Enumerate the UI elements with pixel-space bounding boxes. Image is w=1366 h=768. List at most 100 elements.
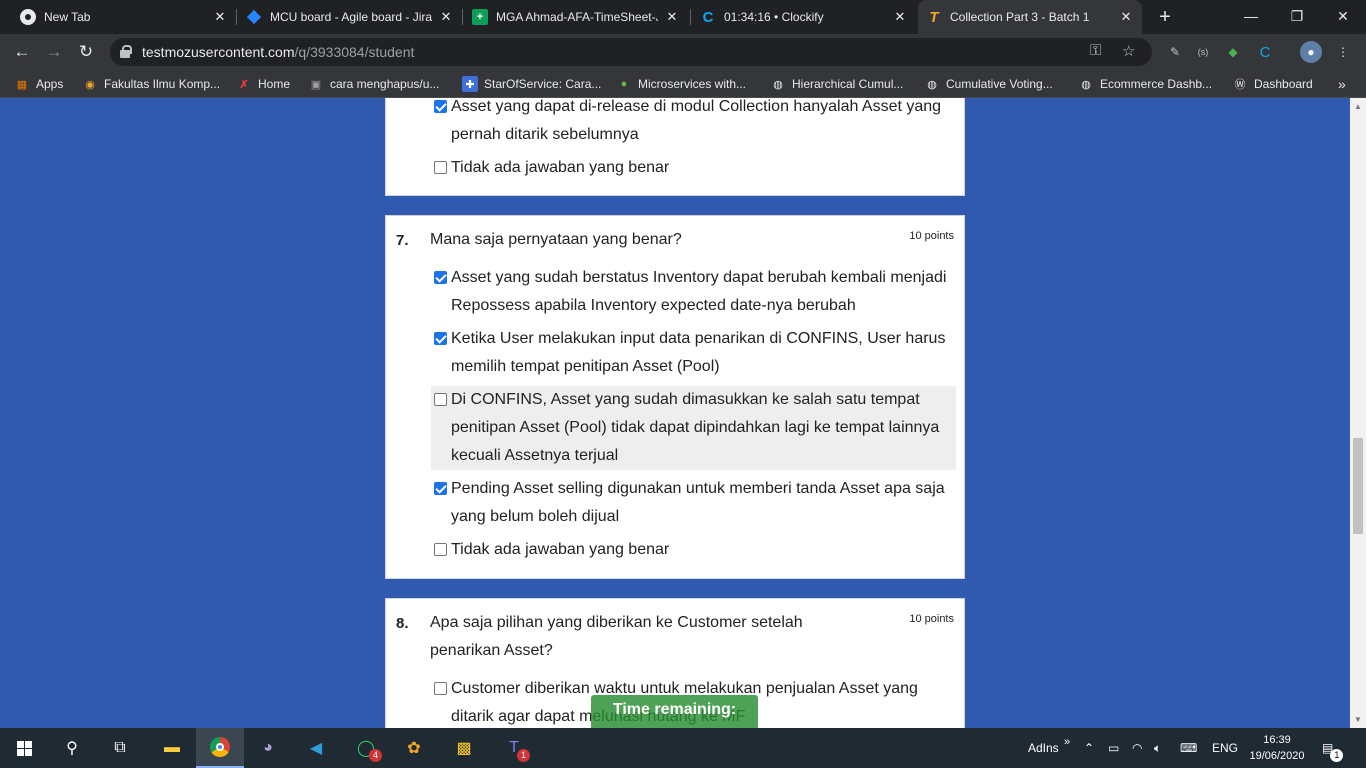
answer-option[interactable]: Tidak ada jawaban yang benar (431, 536, 956, 564)
checkbox[interactable] (434, 543, 447, 556)
teams-icon[interactable]: T1 (490, 728, 538, 768)
option-text: Pending Asset selling digunakan untuk me… (451, 480, 945, 525)
answer-option[interactable]: Asset yang sudah berstatus Inventory dap… (431, 264, 956, 320)
sheets-icon: + (472, 9, 488, 25)
question-points: 10 points (909, 613, 954, 625)
answer-option[interactable]: Tidak ada jawaban yang benar (431, 154, 956, 182)
windows-start-icon[interactable] (0, 728, 48, 768)
bookmark-label: Cumulative Voting... (946, 77, 1053, 91)
file-explorer-icon[interactable]: ▬ (148, 728, 196, 768)
bookmark-star-icon[interactable]: ☆ (1122, 42, 1135, 60)
scroll-up-icon[interactable]: ▲ (1354, 102, 1362, 111)
app-game-icon[interactable]: ▩ (440, 728, 488, 768)
answer-option[interactable]: Di CONFINS, Asset yang sudah dimasukkan … (431, 386, 956, 470)
tab-clockify[interactable]: C 01:34:16 • Clockify ✕ (692, 0, 916, 34)
forward-button[interactable]: → (42, 40, 66, 64)
bookmark-hierarchical[interactable]: ◍ Hierarchical Cumul... (770, 70, 903, 98)
app-swirl-icon[interactable]: ✿ (390, 728, 438, 768)
menu-kebab-icon[interactable]: ⋮ (1332, 41, 1354, 63)
bookmark-label: StarOfService: Cara... (484, 77, 602, 91)
windows-taskbar: ⚲ ⧉ ▬ ◕ ◀ ◯ 4 ✿ ▩ T1 AdIns » ⌃ ▭ ◠ 🔈︎ ⌨ E… (0, 728, 1366, 768)
bookmark-icon: ▣ (310, 78, 322, 91)
checkbox[interactable] (434, 482, 447, 495)
spring-icon: ● (620, 78, 628, 90)
extension-s-icon[interactable]: (s) (1192, 41, 1214, 63)
bookmark-label: cara menghapus/u... (330, 77, 440, 91)
checkbox[interactable] (434, 332, 447, 345)
option-text: Ketika User melakukan input data penarik… (451, 330, 946, 375)
answer-option[interactable]: Pending Asset selling digunakan untuk me… (431, 475, 956, 531)
checkbox[interactable] (434, 682, 447, 695)
lock-icon (120, 45, 132, 58)
whatsapp-icon[interactable]: ◯ 4 (342, 728, 390, 768)
page-scrollbar[interactable]: ▲ ▼ (1350, 98, 1366, 728)
chrome-taskbar-icon[interactable] (196, 728, 244, 768)
bookmark-dashboard[interactable]: Ⓦ Dashboard (1232, 70, 1313, 98)
task-view-icon[interactable]: ⧉ (96, 728, 144, 768)
key-icon[interactable]: ⚿ (1090, 42, 1101, 59)
close-tab-icon[interactable]: ✕ (212, 9, 228, 25)
browser-toolbar: ← → ↻ testmozusercontent.com/q/3933084/s… (0, 34, 1366, 70)
address-bar[interactable]: testmozusercontent.com/q/3933084/student… (110, 38, 1152, 66)
restore-button[interactable]: ❐ (1274, 0, 1320, 34)
wifi-icon[interactable]: ◠ (1132, 728, 1142, 768)
question-card-7: 7. Mana saja pernyataan yang benar? 10 p… (385, 215, 965, 579)
answer-option[interactable]: Asset yang dapat di-release di modul Col… (431, 98, 956, 149)
minimize-button[interactable]: — (1228, 0, 1274, 34)
battery-icon[interactable]: ▭ (1108, 728, 1119, 768)
bookmark-cara-menghapus[interactable]: ▣ cara menghapus/u... (308, 70, 440, 98)
close-window-button[interactable]: ✕ (1320, 0, 1366, 34)
checkbox[interactable] (434, 393, 447, 406)
close-tab-icon[interactable]: ✕ (438, 9, 454, 25)
bookmark-starofservice[interactable]: ✚ StarOfService: Cara... (462, 70, 601, 98)
bookmark-microservices[interactable]: ● Microservices with... (616, 70, 746, 98)
close-tab-icon[interactable]: ✕ (664, 9, 680, 25)
close-tab-icon[interactable]: ✕ (1118, 9, 1134, 25)
action-center-icon[interactable]: ▤ 1 (1322, 728, 1344, 768)
scrollbar-thumb[interactable] (1353, 438, 1363, 534)
clockify-icon: C (702, 8, 714, 26)
close-tab-icon[interactable]: ✕ (892, 9, 908, 25)
extension-globe-icon[interactable]: ◆ (1222, 41, 1244, 63)
tab-new-tab[interactable]: New Tab ✕ (12, 0, 236, 34)
back-button[interactable]: ← (10, 40, 34, 64)
answer-option[interactable]: Ketika User melakukan input data penarik… (431, 325, 956, 381)
volume-icon[interactable]: 🔈︎ (1154, 728, 1161, 768)
notification-badge: 1 (1330, 749, 1344, 762)
vscode-icon[interactable]: ◀ (292, 728, 340, 768)
time-remaining-banner: Time remaining: 00:10 (591, 695, 758, 748)
reload-button[interactable]: ↻ (74, 40, 98, 64)
bookmark-label: Hierarchical Cumul... (792, 77, 904, 91)
language-indicator[interactable]: ENG (1212, 728, 1238, 768)
bookmark-home[interactable]: ✗ Home (236, 70, 290, 98)
extension-pen-icon[interactable]: ✎ (1164, 41, 1186, 63)
tray-overflow[interactable]: » (1064, 722, 1070, 762)
bookmark-cumulative-voting[interactable]: ◍ Cumulative Voting... (924, 70, 1053, 98)
system-clock[interactable]: 16:39 19/06/2020 (1246, 732, 1308, 764)
question-text: Mana saja pernyataan yang benar? (430, 231, 682, 248)
tray-up-arrow-icon[interactable]: ⌃ (1084, 728, 1094, 768)
checkbox[interactable] (434, 100, 447, 113)
checkbox[interactable] (434, 161, 447, 174)
tab-jira[interactable]: MCU board - Agile board - Jira ✕ (238, 0, 462, 34)
tab-sheets[interactable]: + MGA Ahmad-AFA-TimeSheet-J ✕ (464, 0, 688, 34)
tab-divider (462, 9, 463, 25)
tab-collection-part3[interactable]: T Collection Part 3 - Batch 1 ✕ (918, 0, 1142, 34)
bookmark-apps[interactable]: ▦ Apps (14, 70, 64, 98)
tab-title: Collection Part 3 - Batch 1 (950, 10, 1090, 24)
bookmark-ecommerce[interactable]: ◍ Ecommerce Dashb... (1078, 70, 1212, 98)
new-tab-button[interactable]: + (1153, 5, 1177, 29)
bookmark-label: Home (258, 77, 291, 91)
bookmark-label: Ecommerce Dashb... (1100, 77, 1213, 91)
search-icon[interactable]: ⚲ (48, 728, 96, 768)
keyboard-icon[interactable]: ⌨ (1180, 728, 1197, 768)
profile-avatar[interactable]: ● (1300, 41, 1322, 63)
tray-label[interactable]: AdIns (1028, 728, 1059, 768)
checkbox[interactable] (434, 271, 447, 284)
tab-title: MCU board - Agile board - Jira (270, 10, 432, 24)
scroll-down-icon[interactable]: ▼ (1354, 715, 1362, 724)
bookmarks-overflow-button[interactable]: » (1338, 70, 1346, 98)
clockify-extension-icon[interactable]: C (1254, 41, 1276, 63)
bookmark-fakultas[interactable]: ◉ Fakultas Ilmu Komp... (82, 70, 220, 98)
app-cat-icon[interactable]: ◕ (244, 728, 292, 768)
